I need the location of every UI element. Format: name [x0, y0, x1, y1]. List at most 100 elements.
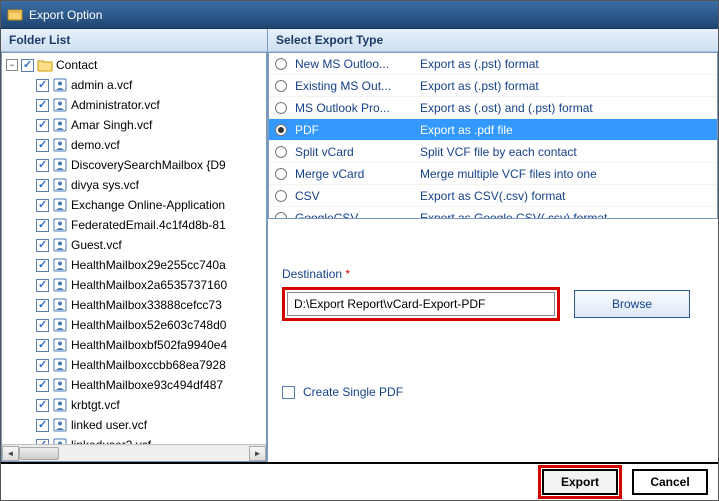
tree-item[interactable]: HealthMailbox29e255cc740a	[2, 255, 266, 275]
export-type-row[interactable]: Existing MS Out...Export as (.pst) forma…	[269, 75, 717, 97]
export-type-desc: Export as .pdf file	[418, 123, 717, 137]
tree-item-label: HealthMailbox52e603c748d0	[71, 318, 226, 332]
vcard-file-icon	[52, 137, 68, 153]
tree-root-contact[interactable]: −Contact	[2, 55, 266, 75]
tree-item[interactable]: Administrator.vcf	[2, 95, 266, 115]
tree-item-label: HealthMailboxe93c494df487	[71, 378, 223, 392]
tree-item[interactable]: linked user.vcf	[2, 415, 266, 435]
tree-item[interactable]: HealthMailbox52e603c748d0	[2, 315, 266, 335]
cancel-button[interactable]: Cancel	[632, 469, 708, 495]
tree-item[interactable]: HealthMailboxe93c494df487	[2, 375, 266, 395]
checkbox-icon[interactable]	[36, 359, 49, 372]
export-type-row[interactable]: Merge vCardMerge multiple VCF files into…	[269, 163, 717, 185]
checkbox-icon[interactable]	[36, 99, 49, 112]
folder-tree[interactable]: −Contact admin a.vcf Administrator.vcfAmar…	[2, 53, 266, 444]
vcard-file-icon	[52, 197, 68, 213]
export-type-row[interactable]: Split vCardSplit VCF file by each contac…	[269, 141, 717, 163]
vcard-file-icon	[52, 277, 68, 293]
tree-item[interactable]: Exchange Online-Application	[2, 195, 266, 215]
tree-item[interactable]: Guest.vcf	[2, 235, 266, 255]
export-type-name: Merge vCard	[293, 167, 418, 181]
checkbox-icon[interactable]	[36, 259, 49, 272]
titlebar: Export Option	[1, 1, 718, 29]
tree-item[interactable]: HealthMailboxbf502fa9940e4	[2, 335, 266, 355]
tree-item[interactable]: linkeduser2.vcf	[2, 435, 266, 444]
export-panel: Select Export Type New MS Outloo...Expor…	[268, 29, 718, 462]
radio-icon[interactable]	[269, 58, 293, 70]
window-title: Export Option	[29, 8, 102, 22]
radio-icon[interactable]	[269, 190, 293, 202]
radio-icon[interactable]	[269, 124, 293, 136]
export-type-header: Select Export Type	[268, 29, 718, 52]
radio-icon[interactable]	[269, 102, 293, 114]
checkbox-icon[interactable]	[36, 219, 49, 232]
checkbox-icon[interactable]	[36, 399, 49, 412]
destination-input[interactable]	[287, 292, 555, 316]
radio-icon[interactable]	[269, 80, 293, 92]
export-type-name: Split vCard	[293, 145, 418, 159]
create-single-pdf-checkbox[interactable]: Create Single PDF	[282, 385, 704, 399]
checkbox-icon[interactable]	[36, 339, 49, 352]
export-button-highlight: Export	[538, 465, 622, 499]
vcard-file-icon	[52, 257, 68, 273]
tree-item[interactable]: FederatedEmail.4c1f4d8b-81	[2, 215, 266, 235]
browse-button[interactable]: Browse	[574, 290, 690, 318]
radio-icon[interactable]	[269, 212, 293, 219]
folder-list-header: Folder List	[1, 29, 267, 52]
tree-item[interactable]: Amar Singh.vcf	[2, 115, 266, 135]
export-type-row[interactable]: MS Outlook Pro...Export as (.ost) and (.…	[269, 97, 717, 119]
export-type-list[interactable]: New MS Outloo...Export as (.pst) formatE…	[269, 53, 717, 218]
tree-item-label: HealthMailboxbf502fa9940e4	[71, 338, 227, 352]
checkbox-icon[interactable]	[21, 59, 34, 72]
checkbox-icon[interactable]	[36, 139, 49, 152]
export-type-desc: Export as CSV(.csv) format	[418, 189, 717, 203]
export-type-row[interactable]: PDFExport as .pdf file	[269, 119, 717, 141]
export-type-row[interactable]: New MS Outloo...Export as (.pst) format	[269, 53, 717, 75]
vcard-file-icon	[52, 217, 68, 233]
vcard-file-icon	[52, 417, 68, 433]
tree-item[interactable]: demo.vcf	[2, 135, 266, 155]
export-type-desc: Split VCF file by each contact	[418, 145, 717, 159]
vcard-file-icon	[52, 97, 68, 113]
tree-item-label: linked user.vcf	[71, 418, 147, 432]
export-type-name: CSV	[293, 189, 418, 203]
checkbox-icon[interactable]	[36, 379, 49, 392]
checkbox-icon[interactable]	[36, 319, 49, 332]
tree-item[interactable]: krbtgt.vcf	[2, 395, 266, 415]
scroll-right-arrow-icon[interactable]: ►	[249, 446, 266, 461]
export-type-row[interactable]: GoogleCSVExport as Google CSV(.csv) form…	[269, 207, 717, 218]
export-type-name: Existing MS Out...	[293, 79, 418, 93]
checkbox-icon[interactable]	[36, 419, 49, 432]
vcard-file-icon	[52, 357, 68, 373]
checkbox-icon[interactable]	[36, 119, 49, 132]
tree-item[interactable]: admin a.vcf	[2, 75, 266, 95]
horizontal-scrollbar[interactable]: ◄ ►	[2, 444, 266, 461]
checkbox-icon[interactable]	[36, 79, 49, 92]
checkbox-icon[interactable]	[36, 159, 49, 172]
export-type-name: GoogleCSV	[293, 211, 418, 219]
tree-item[interactable]: HealthMailbox33888cefcc73	[2, 295, 266, 315]
tree-item-label: admin a.vcf	[71, 78, 132, 92]
collapse-toggle-icon[interactable]: −	[6, 59, 18, 71]
scroll-left-arrow-icon[interactable]: ◄	[2, 446, 19, 461]
tree-item[interactable]: HealthMailbox2a6535737160	[2, 275, 266, 295]
radio-icon[interactable]	[269, 168, 293, 180]
tree-item[interactable]: HealthMailboxccbb68ea7928	[2, 355, 266, 375]
checkbox-icon[interactable]	[36, 299, 49, 312]
checkbox-icon[interactable]	[36, 239, 49, 252]
tree-item-label: demo.vcf	[71, 138, 120, 152]
scroll-thumb[interactable]	[19, 447, 59, 460]
tree-item-label: DiscoverySearchMailbox {D9	[71, 158, 226, 172]
tree-item[interactable]: divya sys.vcf	[2, 175, 266, 195]
radio-icon[interactable]	[269, 146, 293, 158]
checkbox-icon[interactable]	[36, 199, 49, 212]
destination-label: Destination *	[282, 267, 704, 281]
scroll-track[interactable]	[19, 446, 249, 461]
export-button[interactable]: Export	[542, 469, 618, 495]
vcard-file-icon	[52, 77, 68, 93]
export-type-row[interactable]: CSVExport as CSV(.csv) format	[269, 185, 717, 207]
checkbox-icon[interactable]	[36, 279, 49, 292]
export-type-name: New MS Outloo...	[293, 57, 418, 71]
checkbox-icon[interactable]	[36, 179, 49, 192]
tree-item[interactable]: DiscoverySearchMailbox {D9	[2, 155, 266, 175]
